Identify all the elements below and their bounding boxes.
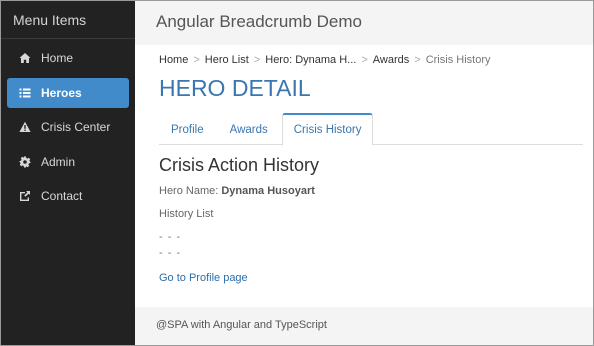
breadcrumb-home[interactable]: Home [159, 54, 188, 66]
hero-name-row: Hero Name: Dynama Husoyart [159, 185, 315, 197]
footer: @SPA with Angular and TypeScript [135, 307, 593, 345]
history-list-label: History List [159, 208, 214, 220]
sidebar-item-contact[interactable]: Contact [7, 181, 129, 211]
breadcrumb-hero[interactable]: Hero: Dynama H... [265, 54, 356, 66]
warning-icon [18, 120, 32, 134]
breadcrumb-awards[interactable]: Awards [373, 54, 409, 66]
app-title: Angular Breadcrumb Demo [156, 12, 362, 31]
hero-name-label: Hero Name: [159, 185, 219, 197]
breadcrumb-separator: > [253, 54, 261, 66]
sidebar-title: Menu Items [13, 12, 87, 28]
sidebar-item-label: Heroes [41, 85, 82, 100]
breadcrumb-hero-list[interactable]: Hero List [205, 54, 249, 66]
sidebar: Menu Items Home Heroes Crisis Center Adm… [1, 1, 135, 345]
breadcrumb-separator: > [361, 54, 368, 66]
gear-icon [18, 155, 32, 169]
tab-crisis-history[interactable]: Crisis History [281, 113, 374, 146]
breadcrumb-crisis-history: Crisis History [425, 54, 491, 66]
tab-awards[interactable]: Awards [218, 113, 280, 145]
breadcrumb-separator: > [193, 54, 200, 66]
footer-text: @SPA with Angular and TypeScript [156, 319, 327, 331]
history-list-item: - - - [159, 231, 182, 243]
sidebar-item-label: Crisis Center [41, 120, 111, 134]
go-to-profile-link[interactable]: Go to Profile page [159, 272, 248, 284]
tab-profile[interactable]: Profile [159, 113, 216, 145]
sidebar-nav: Home Heroes Crisis Center Admin Contact [7, 43, 129, 216]
breadcrumb: Home > Hero List > Hero: Dynama H... > A… [159, 54, 490, 66]
sidebar-item-crisis-center[interactable]: Crisis Center [7, 112, 129, 142]
tab-bar: Profile Awards Crisis History [159, 113, 583, 146]
sidebar-item-label: Admin [41, 154, 76, 169]
page-title: HERO DETAIL [159, 75, 311, 101]
hero-name-value: Dynama Husoyart [221, 185, 315, 197]
sidebar-item-admin[interactable]: Admin [7, 147, 129, 177]
breadcrumb-separator: > [414, 54, 421, 66]
list-icon [18, 86, 32, 100]
header: Angular Breadcrumb Demo [135, 1, 593, 45]
home-icon [18, 51, 32, 65]
sidebar-item-home[interactable]: Home [7, 43, 129, 73]
sidebar-item-label: Home [41, 51, 74, 65]
main-content: Home > Hero List > Hero: Dynama H... > A… [135, 45, 593, 307]
history-list-item: - - - [159, 247, 182, 259]
sidebar-item-label: Contact [41, 189, 83, 203]
section-title: Crisis Action History [159, 155, 320, 175]
sidebar-divider [1, 38, 135, 39]
share-icon [18, 189, 32, 203]
app-window: Menu Items Home Heroes Crisis Center Adm… [0, 0, 594, 346]
sidebar-item-heroes[interactable]: Heroes [7, 77, 129, 108]
